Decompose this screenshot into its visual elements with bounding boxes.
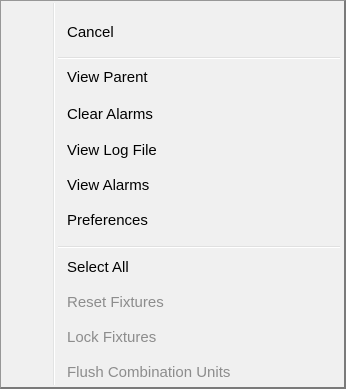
menu-item-flush-combination-units: Flush Combination Units bbox=[67, 364, 231, 381]
menu-item-cancel[interactable]: Cancel bbox=[3, 17, 342, 49]
menu-item-reset-fixtures: Reset Fixtures bbox=[67, 294, 164, 311]
menu-item-view-alarms[interactable]: View Alarms bbox=[3, 170, 342, 202]
menu-item-select-all[interactable]: Select All bbox=[3, 252, 342, 284]
menu-item-preferences[interactable]: Preferences bbox=[3, 205, 342, 237]
menu-separator bbox=[58, 246, 340, 248]
menu-item-view-log-file[interactable]: View Log File bbox=[3, 135, 342, 167]
context-menu: Cancel View Parent Clear Alarms View Log… bbox=[0, 0, 346, 389]
menu-item-clear-alarms[interactable]: Clear Alarms bbox=[3, 99, 342, 131]
menu-separator bbox=[58, 57, 340, 59]
menu-item-view-parent[interactable]: View Parent bbox=[3, 62, 342, 94]
menu-item-lock-fixtures: Lock Fixtures bbox=[67, 329, 157, 346]
